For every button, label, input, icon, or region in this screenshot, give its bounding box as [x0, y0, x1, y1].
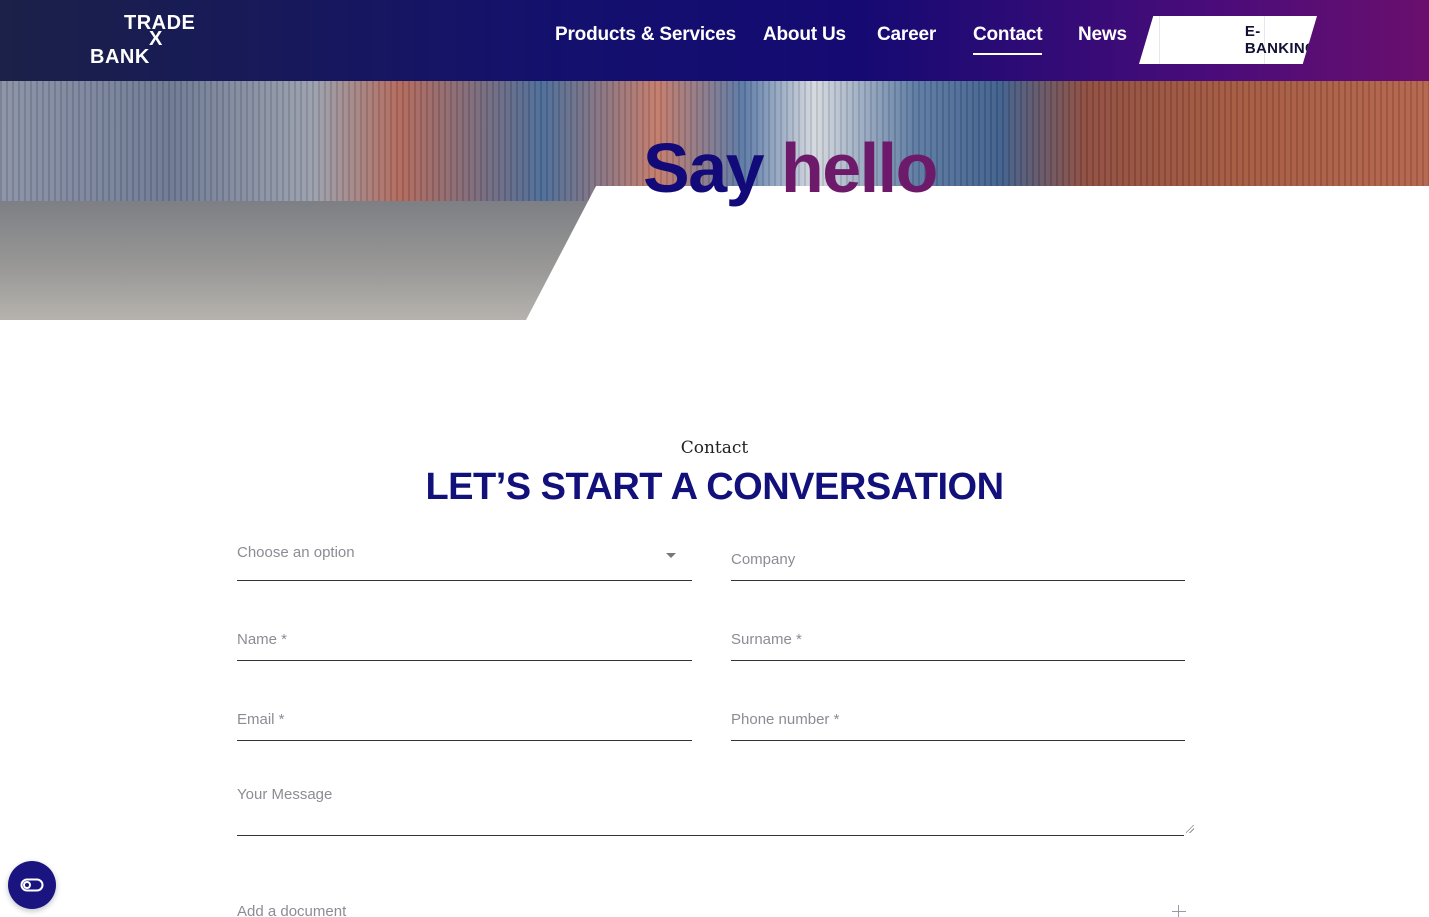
ebanking-button[interactable]: E-BANKING — [1139, 16, 1317, 64]
section-title: LET’S START A CONVERSATION — [425, 466, 1004, 508]
hero-title: Say hello — [643, 128, 938, 208]
hero-title-word-2: hello — [781, 129, 938, 207]
surname-field[interactable] — [731, 619, 1185, 660]
nav-item-news[interactable]: News — [1078, 24, 1127, 46]
email-field[interactable] — [237, 699, 692, 740]
accessibility-button[interactable] — [8, 861, 56, 909]
nav-item-products-services[interactable]: Products & Services — [555, 24, 736, 46]
add-document-field[interactable]: Add a document — [237, 903, 1194, 917]
topic-select-placeholder: Choose an option — [237, 544, 355, 561]
chevron-down-icon — [666, 553, 676, 558]
email-field-wrap — [237, 699, 692, 741]
phone-field[interactable] — [731, 699, 1185, 740]
topic-select[interactable]: Choose an option — [237, 539, 692, 581]
nav-item-career[interactable]: Career — [877, 24, 936, 46]
message-field-wrap — [237, 786, 1194, 836]
accessibility-toggle-icon — [20, 878, 44, 892]
resize-handle-icon[interactable] — [1186, 825, 1194, 833]
nav-item-contact[interactable]: Contact — [973, 24, 1043, 55]
name-field-wrap — [237, 619, 692, 661]
ebanking-label: E-BANKING — [1244, 23, 1318, 57]
surname-field-wrap — [731, 619, 1185, 661]
message-field[interactable] — [237, 786, 1184, 835]
company-field-wrap — [731, 539, 1185, 581]
logo-line-3: BANK — [90, 46, 150, 68]
plus-icon[interactable] — [1172, 905, 1186, 917]
hero-title-word-1: Say — [643, 129, 765, 207]
section-eyebrow: Contact — [680, 438, 749, 458]
nav-item-about-us[interactable]: About Us — [763, 24, 846, 46]
logo-line-2: X — [149, 28, 163, 50]
name-field[interactable] — [237, 619, 692, 660]
add-document-label: Add a document — [237, 903, 347, 917]
brand-logo[interactable]: TRADE X BANK — [88, 12, 208, 70]
company-field[interactable] — [731, 539, 1185, 580]
site-header: TRADE X BANK Products & Services About U… — [0, 0, 1429, 81]
phone-field-wrap — [731, 699, 1185, 741]
